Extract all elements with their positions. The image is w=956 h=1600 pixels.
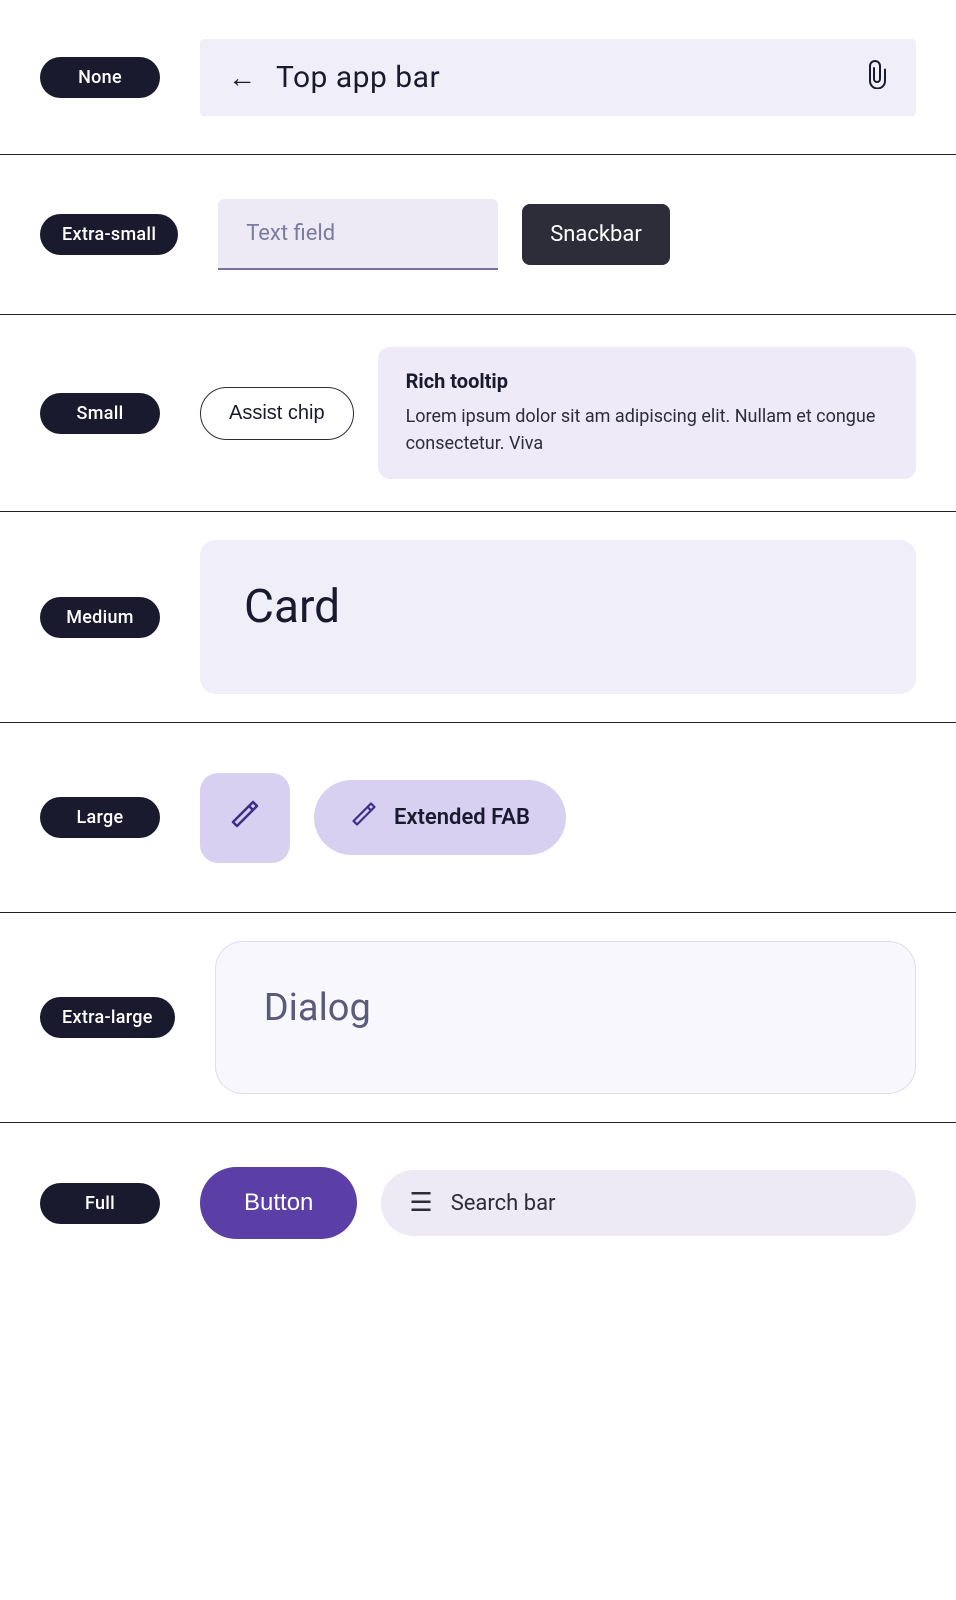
large-badge: Large: [40, 797, 160, 838]
medium-badge: Medium: [40, 597, 160, 638]
card-title: Card: [244, 580, 340, 634]
search-bar[interactable]: ☰ Search bar: [381, 1170, 916, 1236]
assist-chip[interactable]: Assist chip: [200, 387, 354, 440]
rich-tooltip-title: Rich tooltip: [406, 369, 888, 393]
extra-small-section: Extra-small Text field Snackbar: [0, 155, 956, 315]
full-section: Full Button ☰ Search bar: [0, 1123, 956, 1283]
text-field[interactable]: Text field: [218, 199, 498, 270]
extended-fab-button[interactable]: Extended FAB: [314, 780, 566, 855]
rich-tooltip: Rich tooltip Lorem ipsum dolor sit am ad…: [378, 347, 916, 479]
small-badge: Small: [40, 393, 160, 434]
large-section: Large Extended FAB: [0, 723, 956, 913]
rich-tooltip-body: Lorem ipsum dolor sit am adipiscing elit…: [406, 403, 888, 457]
dialog-title: Dialog: [264, 986, 371, 1030]
none-section: None ← Top app bar: [0, 0, 956, 155]
extended-fab-label: Extended FAB: [394, 805, 530, 830]
top-app-bar-title: Top app bar: [276, 60, 440, 95]
medium-section: Medium Card: [0, 512, 956, 723]
top-app-bar: ← Top app bar: [200, 39, 916, 116]
back-arrow-icon[interactable]: ←: [228, 61, 256, 94]
paperclip-icon: [862, 59, 888, 96]
primary-button[interactable]: Button: [200, 1167, 357, 1239]
extra-small-badge: Extra-small: [40, 214, 178, 255]
extra-large-section: Extra-large Dialog: [0, 913, 956, 1123]
fab-edit-icon: [229, 798, 261, 838]
full-badge: Full: [40, 1183, 160, 1224]
extended-fab-edit-icon: [350, 800, 378, 835]
extra-large-badge: Extra-large: [40, 997, 175, 1038]
snackbar: Snackbar: [522, 204, 670, 265]
card: Card: [200, 540, 916, 694]
text-field-placeholder: Text field: [246, 221, 335, 246]
fab-button[interactable]: [200, 773, 290, 863]
dialog: Dialog: [215, 941, 916, 1094]
search-bar-label: Search bar: [451, 1191, 556, 1216]
none-badge: None: [40, 57, 160, 98]
small-section: Small Assist chip Rich tooltip Lorem ips…: [0, 315, 956, 512]
menu-icon: ☰: [409, 1188, 432, 1218]
